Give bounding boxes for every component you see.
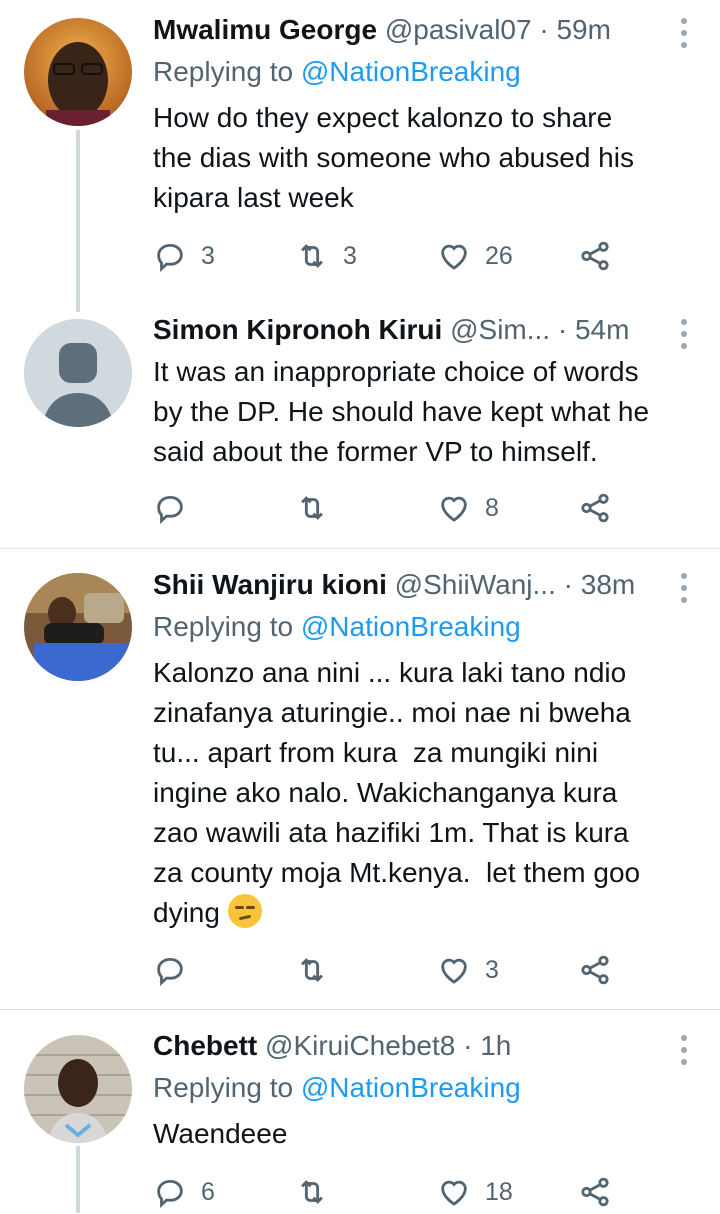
retweet-button[interactable]	[295, 948, 343, 992]
reply-button[interactable]: 6	[153, 1170, 215, 1214]
tweet-text: Waendeee	[153, 1118, 288, 1149]
reply-icon	[157, 957, 183, 986]
action-bar: 8	[153, 486, 653, 530]
tweet-1[interactable]: Mwalimu George @pasival07 · 59m Replying…	[0, 0, 720, 312]
timestamp[interactable]: 54m	[575, 314, 629, 345]
share-button[interactable]	[578, 234, 612, 278]
separator-dot: ·	[557, 314, 568, 345]
replying-to: Replying to @NationBreaking	[153, 1068, 521, 1108]
timestamp[interactable]: 38m	[581, 569, 635, 600]
action-bar: 6 18	[153, 1170, 653, 1214]
more-icon[interactable]	[680, 319, 688, 349]
share-icon	[581, 241, 609, 271]
thread-line	[76, 1146, 80, 1213]
user-handle[interactable]: @ShiiWanj...	[395, 569, 556, 600]
replying-to: Replying to @NationBreaking	[153, 52, 521, 92]
more-icon[interactable]	[680, 1035, 688, 1065]
tweet-text: Kalonzo ana nini ... kura laki tano ndio…	[153, 653, 700, 933]
heart-icon	[441, 958, 467, 984]
user-handle[interactable]: @Sim...	[450, 314, 550, 345]
replying-to: Replying to @NationBreaking	[153, 607, 521, 647]
timestamp[interactable]: 59m	[556, 14, 610, 45]
like-count: 26	[485, 241, 513, 270]
action-bar: 3 3 26	[153, 234, 653, 278]
share-button[interactable]	[578, 1170, 612, 1214]
share-button[interactable]	[578, 948, 612, 992]
retweet-icon	[301, 958, 323, 982]
tweet-header: Chebett @KiruiChebet8 · 1h	[153, 1026, 680, 1066]
retweet-icon	[301, 496, 323, 520]
thread-line	[76, 130, 80, 312]
tweet-text: How do they expect kalonzo to share the …	[153, 102, 634, 213]
retweet-icon	[301, 244, 323, 268]
display-name[interactable]: Chebett	[153, 1030, 257, 1061]
reply-button[interactable]	[153, 486, 201, 530]
reply-icon	[157, 495, 183, 524]
tweet-2[interactable]: Simon Kipronoh Kirui @Sim... · 54m It wa…	[0, 300, 720, 548]
mention-link[interactable]: @NationBreaking	[301, 1072, 521, 1103]
like-button[interactable]: 3	[437, 948, 499, 992]
reply-icon	[157, 1179, 183, 1208]
like-button[interactable]: 26	[437, 234, 513, 278]
heart-icon	[441, 244, 467, 270]
more-icon[interactable]	[680, 573, 688, 603]
share-icon	[581, 1177, 609, 1207]
like-count: 3	[485, 955, 499, 984]
timestamp[interactable]: 1h	[480, 1030, 511, 1061]
share-button[interactable]	[578, 486, 612, 530]
like-button[interactable]: 8	[437, 486, 499, 530]
display-name[interactable]: Simon Kipronoh Kirui	[153, 314, 442, 345]
tweet-3[interactable]: Shii Wanjiru kioni @ShiiWanj... · 38m Re…	[0, 549, 720, 1009]
tweet-header: Mwalimu George @pasival07 · 59m	[153, 10, 680, 50]
share-icon	[581, 955, 609, 985]
separator-dot: ·	[539, 14, 549, 45]
avatar[interactable]	[24, 573, 132, 681]
mention-link[interactable]: @NationBreaking	[301, 56, 521, 87]
retweet-icon	[301, 1180, 323, 1204]
replying-prefix: Replying to	[153, 1072, 301, 1103]
heart-icon	[441, 1180, 467, 1206]
more-icon[interactable]	[680, 18, 688, 48]
retweet-button[interactable]	[295, 1170, 343, 1214]
replying-prefix: Replying to	[153, 611, 301, 642]
user-handle[interactable]: @KiruiChebet8	[265, 1030, 455, 1061]
retweet-button[interactable]: 3	[295, 234, 357, 278]
display-name[interactable]: Shii Wanjiru kioni	[153, 569, 387, 600]
like-count: 8	[485, 493, 499, 522]
heart-icon	[441, 496, 467, 522]
tweet-text-body: Kalonzo ana nini ... kura laki tano ndio…	[153, 657, 641, 928]
avatar[interactable]	[24, 1035, 132, 1143]
retweet-count: 3	[343, 241, 357, 270]
separator-dot: ·	[563, 569, 573, 600]
like-button[interactable]: 18	[437, 1170, 513, 1214]
like-count: 18	[485, 1177, 513, 1206]
mention-link[interactable]: @NationBreaking	[301, 611, 521, 642]
reply-button[interactable]: 3	[153, 234, 215, 278]
separator-dot: ·	[463, 1030, 473, 1061]
action-bar: 3	[153, 948, 653, 992]
reply-count: 6	[201, 1177, 215, 1206]
reply-count: 3	[201, 241, 215, 270]
smirking-face-emoji	[227, 894, 262, 928]
tweet-text: It was an inappropriate choice of words …	[153, 356, 650, 467]
avatar[interactable]	[24, 319, 132, 427]
display-name[interactable]: Mwalimu George	[153, 14, 377, 45]
tweet-header: Simon Kipronoh Kirui @Sim... · 54m	[153, 310, 680, 350]
replying-prefix: Replying to	[153, 56, 301, 87]
retweet-button[interactable]	[295, 486, 343, 530]
share-icon	[581, 493, 609, 523]
reply-icon	[157, 243, 183, 272]
tweet-4[interactable]: Chebett @KiruiChebet8 · 1h Replying to @…	[0, 1010, 720, 1213]
tweet-header: Shii Wanjiru kioni @ShiiWanj... · 38m	[153, 565, 680, 605]
avatar[interactable]	[24, 18, 132, 126]
reply-button[interactable]	[153, 948, 201, 992]
user-handle[interactable]: @pasival07	[385, 14, 532, 45]
